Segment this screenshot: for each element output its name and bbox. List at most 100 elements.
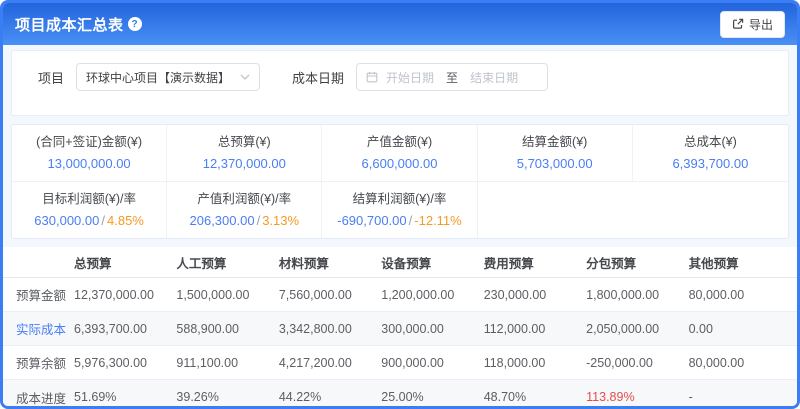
summary-target-profit: 目标利润额(¥)/率 630,000.00/4.85% xyxy=(12,182,167,238)
table-cell: 2,050,000.00 xyxy=(586,322,688,336)
project-select[interactable]: 环球中心项目【演示数据】 xyxy=(76,63,260,91)
date-separator: 至 xyxy=(442,69,462,86)
column-header-material-budget: 材料预算 xyxy=(279,253,381,272)
table-cell: 1,800,000.00 xyxy=(586,288,688,302)
summary-label: 总成本(¥) xyxy=(637,134,784,151)
table-cell: - xyxy=(689,390,791,404)
table-header-row: 总预算 人工预算 材料预算 设备预算 费用预算 分包预算 其他预算 xyxy=(3,247,797,278)
summary-row-1: (合同+签证)金额(¥) 13,000,000.00 总预算(¥) 12,370… xyxy=(12,125,788,182)
export-button[interactable]: 导出 xyxy=(720,11,785,38)
filter-panel: 项目 环球中心项目【演示数据】 成本日期 开始 xyxy=(11,50,789,116)
table-cell: 588,900.00 xyxy=(176,322,278,336)
help-question-icon[interactable]: ? xyxy=(128,17,142,31)
summary-total-budget: 总预算(¥) 12,370,000.00 xyxy=(167,125,322,181)
table-cell: 39.26% xyxy=(176,390,278,404)
summary-label: 目标利润额(¥)/率 xyxy=(16,191,162,208)
column-header-other-budget: 其他预算 xyxy=(689,253,791,272)
table-cell: 25.00% xyxy=(381,390,483,404)
table-cell: 0.00 xyxy=(689,322,791,336)
over-budget-progress-cell: 113.89% xyxy=(586,390,688,404)
table-cell: 44.22% xyxy=(279,390,381,404)
table-cell: 6,393,700.00 xyxy=(74,322,176,336)
title-group: 项目成本汇总表 ? xyxy=(15,14,142,35)
column-header-subcontract-budget: 分包预算 xyxy=(586,253,688,272)
actual-cost-link[interactable]: 实际成本 xyxy=(16,319,74,338)
summary-value: 6,600,000.00 xyxy=(326,155,472,173)
table-cell: 3,342,800.00 xyxy=(279,322,381,336)
calendar-icon xyxy=(366,71,378,83)
date-range-input[interactable]: 开始日期 至 结束日期 xyxy=(356,63,548,91)
table-cell: 7,560,000.00 xyxy=(279,288,381,302)
table-cell: 118,000.00 xyxy=(484,356,586,370)
table-cell: 230,000.00 xyxy=(484,288,586,302)
summary-settlement-amount: 结算金额(¥) 5,703,000.00 xyxy=(478,125,633,181)
column-header-total-budget: 总预算 xyxy=(74,253,176,272)
profit-rate: -12.11% xyxy=(414,213,461,228)
summary-settlement-profit: 结算利润额(¥)/率 -690,700.00/-12.11% xyxy=(322,182,477,238)
cost-date-label: 成本日期 xyxy=(292,68,344,87)
summary-label: 结算金额(¥) xyxy=(482,134,628,151)
column-header-expense-budget: 费用预算 xyxy=(484,253,586,272)
summary-value: 5,703,000.00 xyxy=(482,155,628,173)
summary-empty-cell xyxy=(633,182,788,238)
summary-empty-cell xyxy=(478,182,633,238)
summary-label: 产值利润额(¥)/率 xyxy=(171,191,317,208)
summary-total-cost: 总成本(¥) 6,393,700.00 xyxy=(633,125,788,181)
summary-amount-rate: 630,000.00/4.85% xyxy=(16,212,162,230)
chevron-down-icon xyxy=(240,74,250,80)
summary-row-2: 目标利润额(¥)/率 630,000.00/4.85% 产值利润额(¥)/率 2… xyxy=(12,182,788,238)
table-row-budget-balance: 预算余额 5,976,300.00 911,100.00 4,217,200.0… xyxy=(3,346,797,380)
export-icon xyxy=(732,18,744,30)
summary-panel: (合同+签证)金额(¥) 13,000,000.00 总预算(¥) 12,370… xyxy=(11,124,789,239)
export-button-label: 导出 xyxy=(749,16,773,33)
table-cell: -250,000.00 xyxy=(586,356,688,370)
project-select-value: 环球中心项目【演示数据】 xyxy=(86,69,230,86)
profit-amount: -690,700.00 xyxy=(337,213,406,228)
summary-amount-rate: -690,700.00/-12.11% xyxy=(326,212,472,230)
table-cell: 5,976,300.00 xyxy=(74,356,176,370)
summary-label: (合同+签证)金额(¥) xyxy=(16,134,162,151)
page-title: 项目成本汇总表 xyxy=(15,14,124,35)
summary-value: 13,000,000.00 xyxy=(16,155,162,173)
profit-amount: 206,300.00 xyxy=(190,213,255,228)
table-row-actual-cost: 实际成本 6,393,700.00 588,900.00 3,342,800.0… xyxy=(3,312,797,346)
table-cell: 112,000.00 xyxy=(484,322,586,336)
table-cell: 911,100.00 xyxy=(176,356,278,370)
profit-rate: 3.13% xyxy=(262,213,299,228)
table-cell: 300,000.00 xyxy=(381,322,483,336)
column-header-labor-budget: 人工预算 xyxy=(176,253,278,272)
table-row-budget-amount: 预算金额 12,370,000.00 1,500,000.00 7,560,00… xyxy=(3,278,797,312)
title-bar: 项目成本汇总表 ? 导出 xyxy=(3,3,797,45)
slash-separator: / xyxy=(99,213,107,228)
summary-label: 结算利润额(¥)/率 xyxy=(326,191,472,208)
profit-rate: 4.85% xyxy=(107,213,144,228)
summary-output-amount: 产值金额(¥) 6,600,000.00 xyxy=(322,125,477,181)
summary-value: 6,393,700.00 xyxy=(637,155,784,173)
row-label: 预算金额 xyxy=(16,285,74,304)
row-label: 成本进度 xyxy=(16,388,74,407)
summary-value: 12,370,000.00 xyxy=(171,155,317,173)
table-cell: 1,500,000.00 xyxy=(176,288,278,302)
table-cell: 900,000.00 xyxy=(381,356,483,370)
app-window: 项目成本汇总表 ? 导出 项目 环球中心项目【演示数据】 xyxy=(0,0,800,409)
summary-amount-rate: 206,300.00/3.13% xyxy=(171,212,317,230)
table-cell: 12,370,000.00 xyxy=(74,288,176,302)
project-filter-label: 项目 xyxy=(38,68,64,87)
project-filter: 项目 环球中心项目【演示数据】 xyxy=(38,63,260,91)
cost-date-filter: 成本日期 开始日期 至 结束日期 xyxy=(292,63,548,91)
row-label: 预算余额 xyxy=(16,353,74,372)
table-cell: 80,000.00 xyxy=(689,288,791,302)
table-cell: 51.69% xyxy=(74,390,176,404)
date-end-input[interactable]: 结束日期 xyxy=(470,69,518,86)
table-cell: 48.70% xyxy=(484,390,586,404)
summary-label: 产值金额(¥) xyxy=(326,134,472,151)
summary-contract-amount: (合同+签证)金额(¥) 13,000,000.00 xyxy=(12,125,167,181)
column-header-equipment-budget: 设备预算 xyxy=(381,253,483,272)
table-cell: 1,200,000.00 xyxy=(381,288,483,302)
date-start-input[interactable]: 开始日期 xyxy=(386,69,434,86)
summary-label: 总预算(¥) xyxy=(171,134,317,151)
table-row-cost-progress: 成本进度 51.69% 39.26% 44.22% 25.00% 48.70% … xyxy=(3,380,797,409)
cost-table: 总预算 人工预算 材料预算 设备预算 费用预算 分包预算 其他预算 预算金额 1… xyxy=(3,247,797,409)
table-cell: 4,217,200.00 xyxy=(279,356,381,370)
summary-output-profit: 产值利润额(¥)/率 206,300.00/3.13% xyxy=(167,182,322,238)
